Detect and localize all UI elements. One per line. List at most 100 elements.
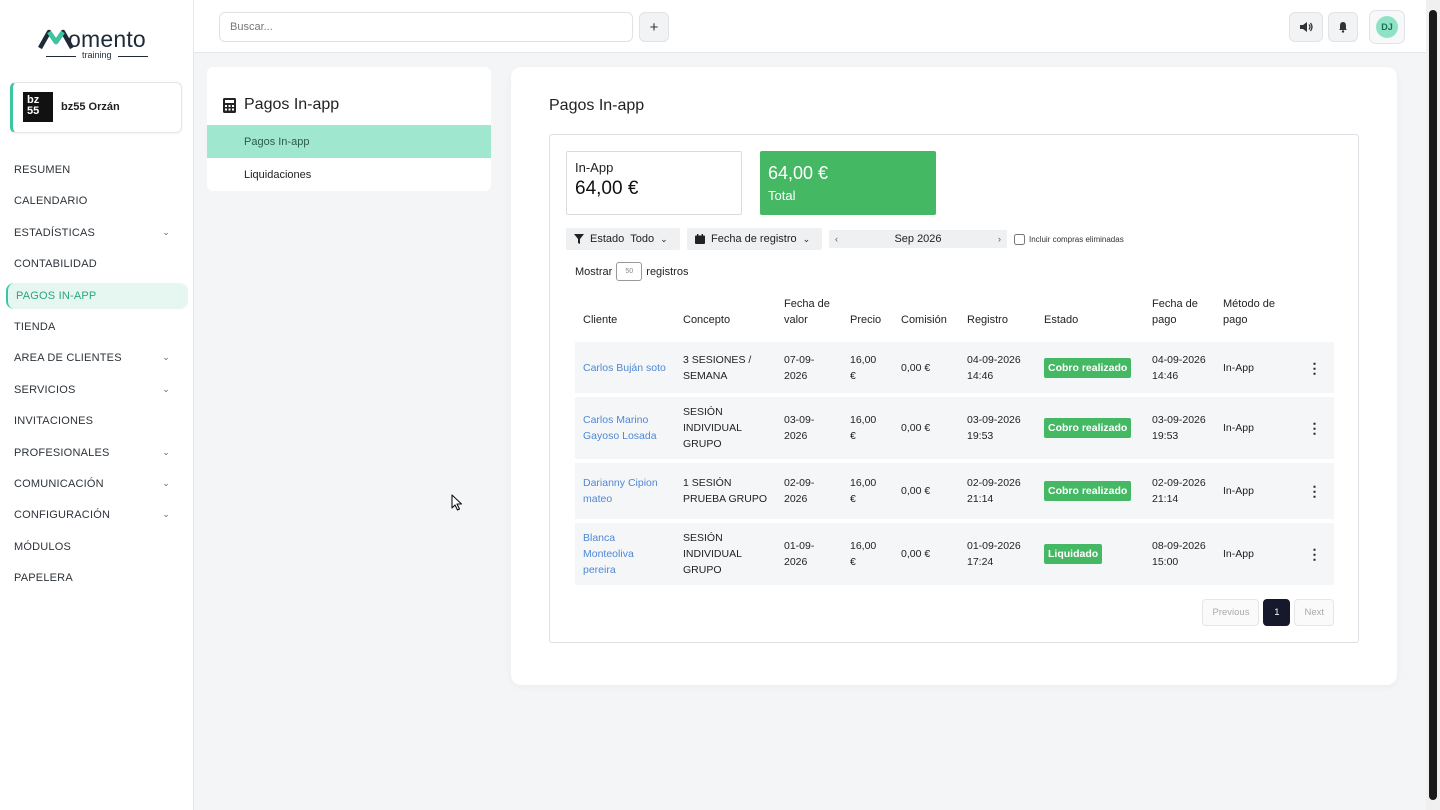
page-scrollbar[interactable] bbox=[1426, 0, 1440, 810]
concept-cell: 1 SESIÓN PRUEBA GRUPO bbox=[675, 463, 776, 519]
sidebar-item-label: ESTADÍSTICAS bbox=[14, 226, 96, 239]
sidebar-item-servicios[interactable]: SERVICIOS ⌄ bbox=[6, 377, 188, 403]
submenu-panel: Pagos In-app Pagos In-app Liquidaciones bbox=[207, 67, 491, 191]
sidebar-item-label: PAGOS IN-APP bbox=[16, 289, 97, 302]
value-date-cell: 02-09-2026 bbox=[776, 463, 842, 519]
estado-filter[interactable]: Estado Todo ⌄ bbox=[566, 228, 680, 250]
registered-cell: 02-09-2026 21:14 bbox=[959, 463, 1036, 519]
fecha-filter[interactable]: Fecha de registro ⌄ bbox=[687, 228, 822, 250]
topbar: + DJ bbox=[194, 0, 1426, 53]
sidebar-item-estadisticas[interactable]: ESTADÍSTICAS ⌄ bbox=[6, 220, 188, 246]
sidebar-item-configuracion[interactable]: CONFIGURACIÓN ⌄ bbox=[6, 502, 188, 528]
commission-cell: 0,00 € bbox=[893, 397, 959, 459]
sidebar: omento training bz 55 bz55 Orzán RESUMEN … bbox=[0, 0, 194, 810]
org-card[interactable]: bz 55 bz55 Orzán bbox=[10, 82, 182, 133]
client-link[interactable]: Carlos Marino Gayoso Losada bbox=[575, 397, 675, 459]
column-header: Concepto bbox=[683, 314, 731, 326]
mouse-cursor-icon bbox=[451, 494, 463, 511]
status-badge: Cobro realizado bbox=[1044, 481, 1132, 501]
price-cell: 16,00 € bbox=[842, 342, 893, 393]
sidebar-item-label: CONFIGURACIÓN bbox=[14, 509, 111, 522]
sound-button[interactable] bbox=[1289, 12, 1323, 42]
more-options-icon[interactable]: ⋮ bbox=[1295, 397, 1334, 459]
chevron-down-icon: ⌄ bbox=[162, 352, 170, 363]
concept-cell: SESIÓN INDIVIDUAL GRUPO bbox=[675, 397, 776, 459]
include-deleted-checkbox[interactable] bbox=[1014, 234, 1025, 245]
chevron-down-icon: ⌄ bbox=[162, 477, 170, 488]
table-row: Blanca Monteoliva pereira SESIÓN INDIVID… bbox=[575, 523, 1334, 585]
client-link[interactable]: Darianny Cipion mateo bbox=[575, 463, 675, 519]
submenu-title: Pagos In-app bbox=[244, 96, 340, 113]
notifications-button[interactable] bbox=[1328, 12, 1358, 42]
stat-label: In-App bbox=[575, 160, 614, 175]
sidebar-item-pagos-in-app[interactable]: PAGOS IN-APP bbox=[6, 282, 188, 309]
submenu-item-liquidaciones[interactable]: Liquidaciones bbox=[207, 158, 491, 191]
client-link[interactable]: Carlos Buján soto bbox=[575, 342, 675, 393]
logo-divider bbox=[118, 56, 148, 57]
include-deleted-option[interactable]: Incluir compras eliminadas bbox=[1014, 234, 1124, 245]
client-link[interactable]: Blanca Monteoliva pereira bbox=[575, 523, 675, 585]
table-row: Carlos Marino Gayoso Losada SESIÓN INDIV… bbox=[575, 397, 1334, 459]
next-page-button[interactable]: Next bbox=[1294, 599, 1334, 626]
sidebar-item-tienda[interactable]: TIENDA bbox=[6, 314, 188, 340]
sidebar-item-invitaciones[interactable]: INVITACIONES bbox=[6, 408, 188, 434]
table-row: Darianny Cipion mateo 1 SESIÓN PRUEBA GR… bbox=[575, 463, 1334, 519]
month-label: Sep 2026 bbox=[894, 233, 942, 245]
sidebar-item-label: CONTABILIDAD bbox=[14, 258, 97, 271]
brand-logo[interactable]: omento training bbox=[38, 26, 158, 62]
status-badge: Liquidado bbox=[1044, 544, 1103, 564]
more-options-icon[interactable]: ⋮ bbox=[1295, 342, 1334, 393]
brand-name: omento bbox=[68, 26, 146, 52]
stat-value: 64,00 € bbox=[768, 163, 829, 183]
brand-sub: training bbox=[82, 50, 112, 60]
column-header: Comisión bbox=[901, 314, 947, 326]
stat-label: Total bbox=[768, 188, 796, 203]
sidebar-item-modulos[interactable]: MÓDULOS bbox=[6, 534, 188, 560]
month-navigator: ‹ Sep 2026 › bbox=[829, 230, 1007, 248]
sidebar-item-calendario[interactable]: CALENDARIO bbox=[6, 188, 188, 214]
page-title: Pagos In-app bbox=[549, 97, 645, 114]
submenu-item-label: Pagos In-app bbox=[244, 135, 310, 148]
main-card: Pagos In-app In-App 64,00 € 64,00 € Tota… bbox=[511, 67, 1397, 685]
sidebar-item-label: PROFESIONALES bbox=[14, 446, 110, 459]
filter-icon bbox=[574, 234, 584, 244]
sidebar-item-label: TIENDA bbox=[14, 320, 56, 333]
page-button-current[interactable]: 1 bbox=[1263, 599, 1291, 626]
payment-date-cell: 03-09-2026 19:53 bbox=[1144, 397, 1215, 459]
scrollbar-thumb[interactable] bbox=[1429, 10, 1437, 800]
page-size-control: Mostrar registros bbox=[575, 262, 688, 281]
concept-cell: 3 SESIONES / SEMANA bbox=[675, 342, 776, 393]
sidebar-item-label: PAPELERA bbox=[14, 572, 73, 585]
column-header: Cliente bbox=[583, 314, 618, 326]
column-header: Método de pago bbox=[1223, 298, 1275, 326]
more-options-icon[interactable]: ⋮ bbox=[1295, 523, 1334, 585]
sidebar-item-resumen[interactable]: RESUMEN bbox=[6, 157, 188, 183]
page-size-input[interactable] bbox=[616, 262, 643, 281]
next-month-button[interactable]: › bbox=[998, 234, 1001, 244]
more-options-icon[interactable]: ⋮ bbox=[1295, 463, 1334, 519]
chevron-down-icon: ⌄ bbox=[162, 509, 170, 520]
previous-page-button[interactable]: Previous bbox=[1202, 599, 1260, 626]
sidebar-item-area-de-clientes[interactable]: AREA DE CLIENTES ⌄ bbox=[6, 345, 188, 371]
value-date-cell: 01-09-2026 bbox=[776, 523, 842, 585]
search-input[interactable] bbox=[219, 12, 633, 42]
sidebar-item-comunicacion[interactable]: COMUNICACIÓN ⌄ bbox=[6, 471, 188, 497]
show-label: Mostrar bbox=[575, 265, 613, 278]
records-label: registros bbox=[646, 265, 689, 278]
prev-month-button[interactable]: ‹ bbox=[835, 234, 838, 244]
calendar-icon bbox=[695, 234, 705, 244]
sidebar-item-profesionales[interactable]: PROFESIONALES ⌄ bbox=[6, 440, 188, 466]
column-header: Fecha de valor bbox=[784, 298, 830, 326]
add-button[interactable]: + bbox=[639, 12, 669, 42]
plus-icon: + bbox=[649, 18, 659, 36]
sidebar-item-label: CALENDARIO bbox=[14, 195, 88, 208]
user-avatar-button[interactable]: DJ bbox=[1369, 10, 1405, 44]
table-header-row: Cliente Concepto Fecha de valor Precio C… bbox=[575, 296, 1334, 338]
status-cell: Liquidado bbox=[1036, 523, 1144, 585]
sidebar-item-papelera[interactable]: PAPELERA bbox=[6, 565, 188, 591]
sidebar-item-label: RESUMEN bbox=[14, 164, 71, 176]
price-cell: 16,00 € bbox=[842, 397, 893, 459]
stat-inapp: In-App 64,00 € bbox=[566, 151, 742, 215]
submenu-item-pagos-in-app[interactable]: Pagos In-app bbox=[207, 125, 491, 158]
sidebar-item-contabilidad[interactable]: CONTABILIDAD bbox=[6, 251, 188, 277]
